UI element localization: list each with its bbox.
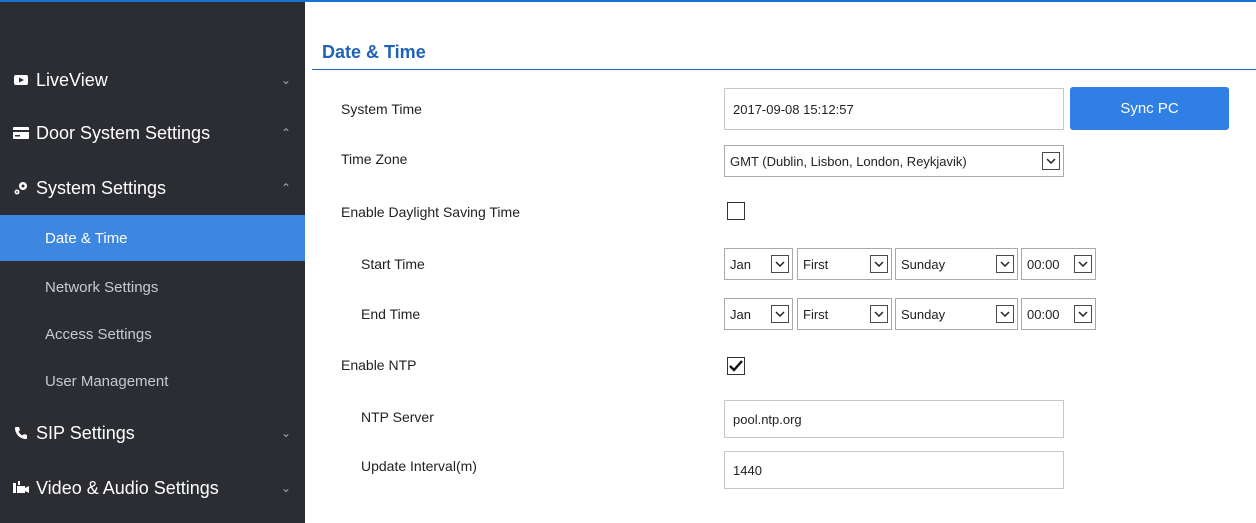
ntp-server-input[interactable]: pool.ntp.org: [724, 400, 1064, 438]
video-icon: [12, 71, 30, 89]
sidebar-item-label: SIP Settings: [36, 422, 135, 443]
time-zone-select[interactable]: GMT (Dublin, Lisbon, London, Reykjavik): [724, 145, 1064, 177]
system-time-field[interactable]: 2017-09-08 15:12:57: [724, 88, 1064, 130]
ntp-label: Enable NTP: [341, 357, 417, 373]
chevron-down-icon: [996, 305, 1014, 323]
page-title: Date & Time: [322, 42, 426, 62]
chevron-down-icon: [1074, 255, 1092, 273]
end-day-select[interactable]: Sunday: [895, 298, 1018, 330]
end-time-label: End Time: [361, 306, 421, 322]
dst-label: Enable Daylight Saving Time: [341, 204, 520, 220]
chevron-down-icon: ⌄: [281, 426, 292, 440]
sidebar-item-access-settings[interactable]: Access Settings: [0, 311, 305, 357]
card-icon: [12, 124, 30, 142]
start-day-select[interactable]: Sunday: [895, 248, 1018, 280]
av-icon: [12, 479, 30, 497]
update-interval-label: Update Interval(m): [361, 458, 477, 474]
gear-icon: [12, 179, 30, 197]
sidebar-item-user-management[interactable]: User Management: [0, 358, 305, 404]
end-month-select[interactable]: Jan: [724, 298, 793, 330]
sidebar-item-video-audio[interactable]: Video & Audio Settings ⌄: [0, 463, 305, 513]
phone-icon: [12, 424, 30, 442]
sidebar: LiveView ⌄ Door System Settings ⌃ System…: [0, 2, 305, 523]
update-interval-input[interactable]: 1440: [724, 451, 1064, 489]
sidebar-item-liveview[interactable]: LiveView ⌄: [0, 55, 305, 105]
sidebar-item-label: System Settings: [36, 177, 167, 198]
sidebar-item-label: Video & Audio Settings: [36, 477, 219, 498]
checkmark-icon: [729, 360, 743, 372]
chevron-down-icon: [870, 305, 888, 323]
chevron-down-icon: [771, 255, 789, 273]
system-time-label: System Time: [341, 101, 422, 117]
chevron-down-icon: ⌄: [281, 481, 292, 495]
chevron-up-icon: ⌃: [281, 181, 292, 195]
ntp-server-label: NTP Server: [361, 409, 434, 425]
chevron-down-icon: ⌄: [281, 73, 292, 87]
chevron-down-icon: [870, 255, 888, 273]
sync-pc-button[interactable]: Sync PC: [1070, 87, 1229, 130]
time-zone-label: Time Zone: [341, 151, 408, 167]
end-week-select[interactable]: First: [797, 298, 892, 330]
sidebar-item-label: LiveView: [36, 69, 108, 90]
sidebar-item-date-time[interactable]: Date & Time: [0, 215, 305, 261]
start-month-select[interactable]: Jan: [724, 248, 793, 280]
sidebar-item-sip-settings[interactable]: SIP Settings ⌄: [0, 408, 305, 458]
sidebar-item-system-settings[interactable]: System Settings ⌃: [0, 163, 305, 213]
start-time-label: Start Time: [361, 256, 425, 272]
ntp-checkbox[interactable]: [727, 357, 745, 375]
end-time-select[interactable]: 00:00: [1021, 298, 1096, 330]
sidebar-item-label: Door System Settings: [36, 122, 211, 143]
sidebar-item-door-system[interactable]: Door System Settings ⌃: [0, 108, 305, 158]
chevron-up-icon: ⌃: [281, 126, 292, 140]
title-underline: [312, 69, 1256, 70]
chevron-down-icon: [1042, 152, 1060, 170]
chevron-down-icon: [771, 305, 789, 323]
chevron-down-icon: [996, 255, 1014, 273]
chevron-down-icon: [1074, 305, 1092, 323]
start-week-select[interactable]: First: [797, 248, 892, 280]
dst-checkbox[interactable]: [727, 202, 745, 220]
sidebar-item-network-settings[interactable]: Network Settings: [0, 264, 305, 310]
start-time-select[interactable]: 00:00: [1021, 248, 1096, 280]
